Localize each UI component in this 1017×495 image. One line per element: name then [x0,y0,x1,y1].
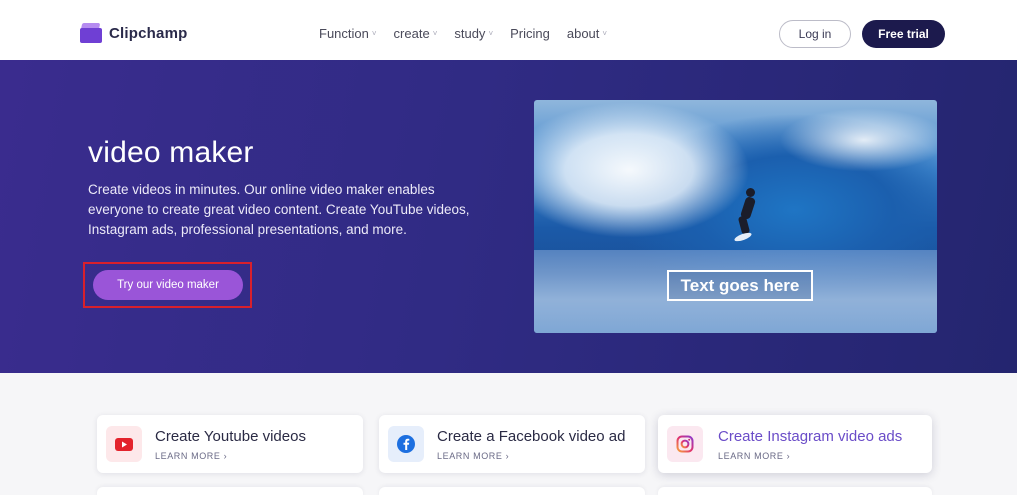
nav-item-label: Pricing [510,26,550,41]
nav-item-function[interactable]: Function ˅ [319,26,377,41]
cta-highlight-box: Try our video maker [83,262,252,308]
hero-title: video maker [88,136,254,169]
chevron-down-icon: ˅ [488,29,494,38]
nav-item-about[interactable]: about ˅ [567,26,607,41]
card-title: Create Youtube videos [155,428,306,445]
card-stub [658,487,932,495]
card-youtube[interactable]: Create Youtube videos LEARN MORE › [97,415,363,473]
video-preview[interactable]: Text goes here [534,100,937,333]
card-title: Create Instagram video ads [718,428,903,445]
instagram-icon [667,426,703,462]
card-facebook[interactable]: Create a Facebook video ad LEARN MORE › [379,415,645,473]
hero-section: video maker Create videos in minutes. Ou… [0,60,1017,373]
chevron-down-icon: ˅ [432,29,438,38]
youtube-icon [106,426,142,462]
card-title: Create a Facebook video ad [437,428,626,445]
brand-name: Clipchamp [109,24,188,42]
top-header: Clipchamp Function ˅ create ˅ study ˅ Pr… [0,0,1017,60]
card-stub [379,487,645,495]
clipchamp-logo-icon [79,23,102,43]
learn-more-link[interactable]: LEARN MORE › [155,451,227,461]
free-trial-button[interactable]: Free trial [862,20,945,48]
card-stub [97,487,363,495]
hero-description: Create videos in minutes. Our online vid… [88,182,470,237]
learn-more-link[interactable]: LEARN MORE › [437,451,509,461]
nav-item-label: create [393,26,430,41]
nav-item-study[interactable]: study ˅ [454,26,493,41]
preview-text-overlay: Text goes here [667,270,813,301]
nav-item-pricing[interactable]: Pricing [510,26,550,41]
nav-item-label: about [566,26,600,41]
chevron-down-icon: ˅ [371,29,377,38]
login-button[interactable]: Log in [779,20,851,48]
card-instagram[interactable]: Create Instagram video ads LEARN MORE › [658,415,932,473]
brand-logo[interactable]: Clipchamp [79,23,188,43]
nav-item-create[interactable]: create ˅ [394,26,438,41]
learn-more-link[interactable]: LEARN MORE › [718,451,790,461]
surfer-figure [733,188,764,244]
chevron-down-icon: ˅ [602,29,608,38]
nav-item-label: Function [319,26,369,41]
main-nav: Function ˅ create ˅ study ˅ Pricing abou… [319,26,624,41]
facebook-icon [388,426,424,462]
nav-item-label: study [454,26,486,41]
try-video-maker-button[interactable]: Try our video maker [93,270,243,300]
